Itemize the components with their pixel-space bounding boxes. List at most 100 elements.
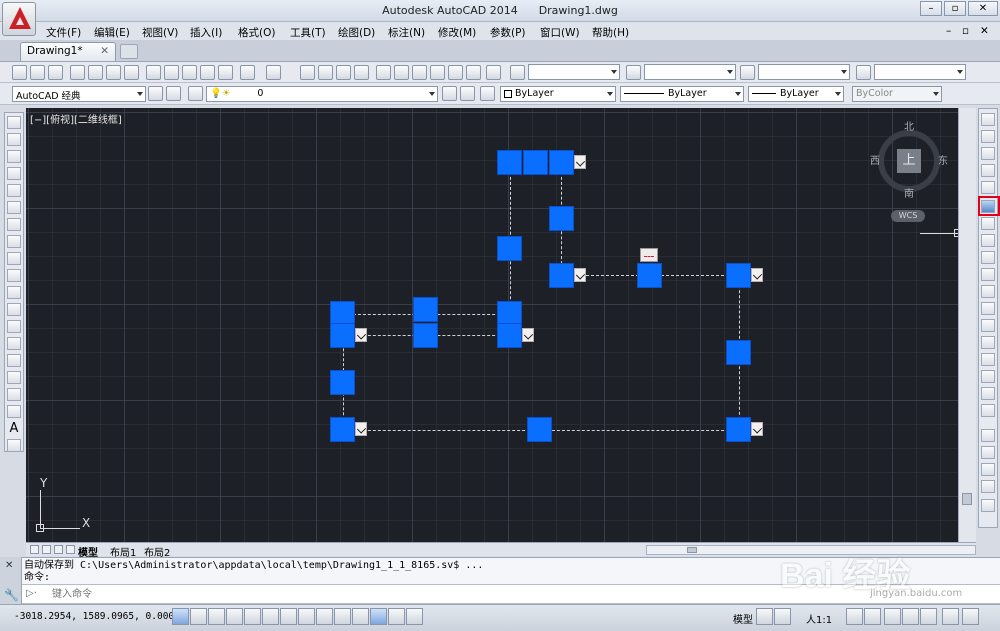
maximize-button[interactable]: ▫ xyxy=(944,1,966,16)
text-style-icon[interactable] xyxy=(510,65,525,80)
menu-insert[interactable]: 插入(I) xyxy=(190,25,222,40)
menu-draw[interactable]: 绘图(D) xyxy=(338,25,375,40)
undo-icon[interactable] xyxy=(240,65,255,80)
compass-east[interactable]: 东 xyxy=(938,152,948,167)
spline-icon[interactable] xyxy=(7,252,21,265)
annotation-scale[interactable]: 人1:1 xyxy=(806,611,832,626)
rectangle-icon[interactable] xyxy=(7,184,21,197)
draw-order-back-icon[interactable] xyxy=(981,446,995,459)
transparency-toggle-icon[interactable] xyxy=(370,608,387,625)
new-icon[interactable] xyxy=(12,65,27,80)
zoom-realtime-icon[interactable] xyxy=(318,65,333,80)
doc-minimize-icon[interactable]: – xyxy=(946,25,951,37)
doc-close-icon[interactable]: ✕ xyxy=(980,25,989,37)
lineweight-toggle-icon[interactable] xyxy=(352,608,369,625)
block-editor-icon[interactable] xyxy=(218,65,233,80)
text-to-front-icon[interactable] xyxy=(981,499,995,512)
extend-icon[interactable] xyxy=(981,285,995,298)
quickcalc-icon[interactable] xyxy=(466,65,481,80)
dim-style-icon[interactable] xyxy=(626,65,641,80)
design-center-icon[interactable] xyxy=(394,65,409,80)
compass-north[interactable]: 北 xyxy=(904,118,914,133)
object-snap-tracking-icon[interactable] xyxy=(298,608,315,625)
copy-object-icon[interactable] xyxy=(981,130,995,143)
workspace-settings-icon[interactable] xyxy=(148,86,163,101)
grip[interactable] xyxy=(523,150,548,175)
break-at-point-icon[interactable] xyxy=(981,302,995,315)
table-icon[interactable] xyxy=(7,405,21,418)
menu-window[interactable]: 窗口(W) xyxy=(540,25,580,40)
layer-previous-icon[interactable] xyxy=(460,86,475,101)
grip[interactable] xyxy=(497,323,522,348)
sheet-set-icon[interactable] xyxy=(430,65,445,80)
grip[interactable] xyxy=(549,206,574,231)
infer-constraints-icon[interactable] xyxy=(172,608,189,625)
vertical-scrollbar[interactable] xyxy=(958,108,976,542)
polyline-icon[interactable] xyxy=(7,150,21,163)
tool-palettes-icon[interactable] xyxy=(412,65,427,80)
redo-icon[interactable] xyxy=(266,65,281,80)
offset-icon[interactable] xyxy=(981,164,995,177)
grip[interactable] xyxy=(527,417,552,442)
draw-order-front-icon[interactable] xyxy=(981,429,995,442)
point-icon[interactable] xyxy=(7,337,21,350)
zoom-window-icon[interactable] xyxy=(336,65,351,80)
coordinate-readout[interactable]: -3018.2954, 1589.0965, 0.0000 xyxy=(14,611,180,622)
grip[interactable] xyxy=(549,263,574,288)
dim-style-select[interactable] xyxy=(644,64,736,80)
break-icon[interactable] xyxy=(981,319,995,332)
gradient-icon[interactable] xyxy=(7,371,21,384)
dynamic-input-icon[interactable] xyxy=(334,608,351,625)
quick-view-drawings-icon[interactable] xyxy=(774,608,791,625)
linetype-select[interactable]: ByLayer xyxy=(620,86,744,102)
grip[interactable] xyxy=(497,150,522,175)
markup-icon[interactable] xyxy=(448,65,463,80)
grid-display-icon[interactable] xyxy=(208,608,225,625)
arc-icon[interactable] xyxy=(7,201,21,214)
join-icon[interactable] xyxy=(981,336,995,349)
grip[interactable] xyxy=(637,263,662,288)
first-layout-icon[interactable] xyxy=(30,545,39,554)
3d-object-snap-icon[interactable] xyxy=(280,608,297,625)
prev-layout-icon[interactable] xyxy=(42,545,51,554)
compass-south[interactable]: 南 xyxy=(904,185,914,200)
save-icon[interactable] xyxy=(48,65,63,80)
revcloud-icon[interactable] xyxy=(7,235,21,248)
multileader-style-select[interactable] xyxy=(874,64,966,80)
workspace-select[interactable]: AutoCAD 经典 xyxy=(12,86,146,102)
publish-icon[interactable] xyxy=(106,65,121,80)
chamfer-icon[interactable] xyxy=(981,353,995,366)
tab-drawing1[interactable]: Drawing1* ✕ xyxy=(20,42,116,61)
ellipse-arc-icon[interactable] xyxy=(7,286,21,299)
add-selected-icon[interactable] xyxy=(7,439,21,452)
quick-properties-icon[interactable] xyxy=(388,608,405,625)
layer-state-icon[interactable] xyxy=(480,86,495,101)
status-menu-icon[interactable] xyxy=(962,608,979,625)
trim-icon[interactable] xyxy=(981,268,995,281)
table-style-icon[interactable] xyxy=(740,65,755,80)
workspace-save-icon[interactable] xyxy=(166,86,181,101)
wcs-menu-button[interactable]: WCS xyxy=(891,210,925,222)
plotstyle-select[interactable]: ByColor xyxy=(852,86,942,102)
layer-select[interactable]: 💡☀ 0 xyxy=(206,86,438,102)
ortho-mode-icon[interactable] xyxy=(226,608,243,625)
grip[interactable] xyxy=(413,297,438,322)
close-command-icon[interactable]: ✕ xyxy=(5,560,13,571)
grip[interactable] xyxy=(330,323,355,348)
copy-icon[interactable] xyxy=(164,65,179,80)
text-style-select[interactable] xyxy=(528,64,620,80)
grip[interactable] xyxy=(497,236,522,261)
region-icon[interactable] xyxy=(7,388,21,401)
paste-icon[interactable] xyxy=(182,65,197,80)
fillet-icon[interactable] xyxy=(981,370,995,383)
next-layout-icon[interactable] xyxy=(54,545,63,554)
grip[interactable] xyxy=(549,150,574,175)
menu-tools[interactable]: 工具(T) xyxy=(290,25,326,40)
multiline-text-icon[interactable]: A xyxy=(7,422,21,435)
3d-print-icon[interactable] xyxy=(124,65,139,80)
doc-restore-icon[interactable]: ▫ xyxy=(962,25,969,37)
menu-modify[interactable]: 修改(M) xyxy=(438,25,476,40)
close-window-button[interactable]: ✕ xyxy=(968,1,998,16)
grip[interactable] xyxy=(726,263,751,288)
last-layout-icon[interactable] xyxy=(66,545,75,554)
